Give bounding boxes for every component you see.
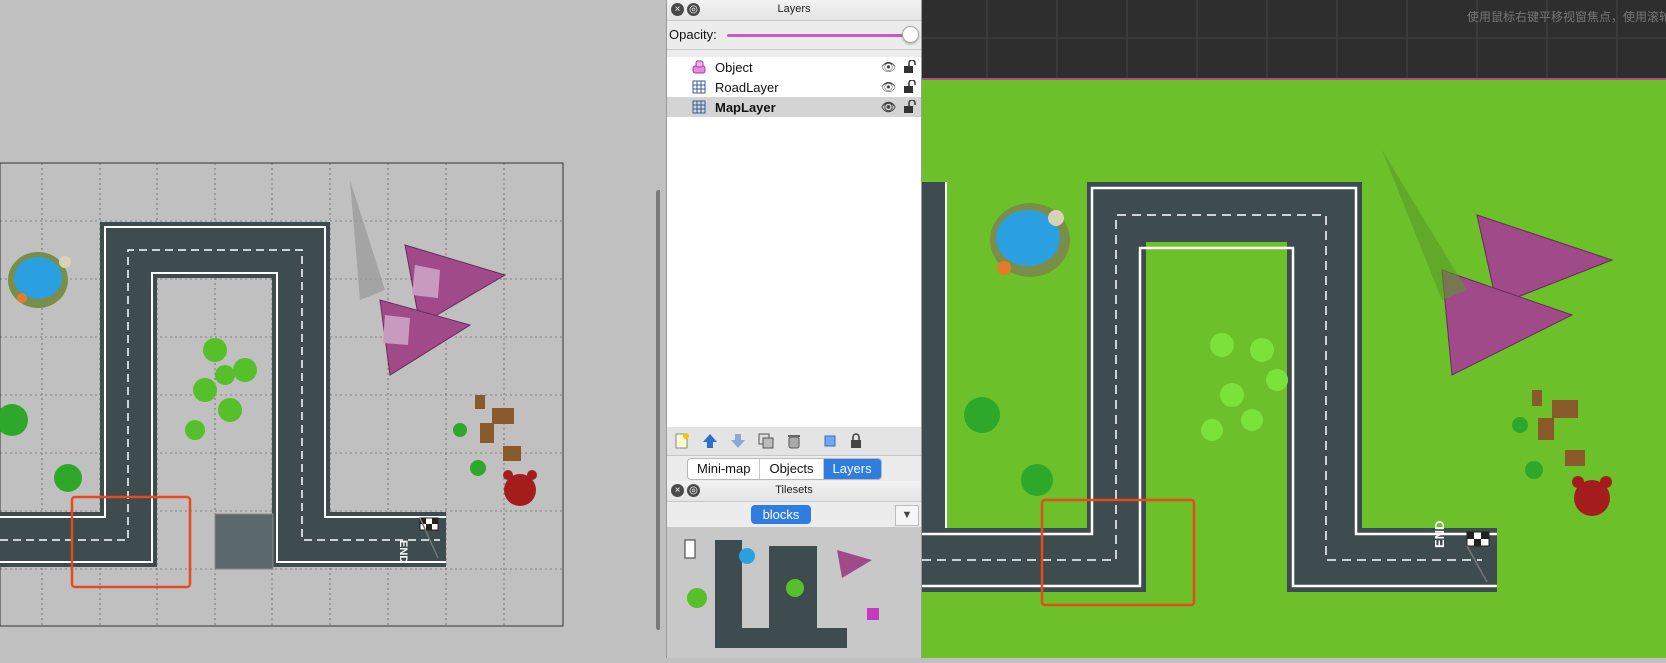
object-layer-icon <box>692 60 706 74</box>
layer-name: MapLayer <box>715 100 776 115</box>
pond-icon <box>990 203 1070 277</box>
new-layer-icon[interactable] <box>673 432 691 450</box>
tileset-tent <box>837 550 872 578</box>
tab-objects[interactable]: Objects <box>760 459 824 479</box>
unlock-icon[interactable] <box>903 60 917 74</box>
layer-row-maplayer[interactable]: MapLayer 👁 <box>667 97 921 117</box>
layers-title: Layers <box>777 3 811 15</box>
layer-name: Object <box>715 60 753 75</box>
tileset-tabbar: blocks ▼ <box>667 503 921 528</box>
opacity-label: Opacity: <box>669 27 717 42</box>
bear-icon <box>503 470 537 506</box>
visibility-eye-icon[interactable]: 👁 <box>881 100 896 114</box>
tileset-view[interactable] <box>667 528 921 658</box>
opacity-slider[interactable] <box>727 34 911 37</box>
highlighted-tile <box>214 513 274 570</box>
unlock-icon[interactable] <box>903 100 917 114</box>
editor-scrollbar[interactable] <box>656 190 660 630</box>
map-editor-svg[interactable]: END <box>0 0 660 658</box>
layer-name: RoadLayer <box>715 80 779 95</box>
tileset-trees <box>786 579 804 597</box>
delete-layer-icon[interactable] <box>785 432 803 450</box>
layer-row-roadlayer[interactable]: RoadLayer 👁 <box>667 77 921 97</box>
tileset-pond <box>739 548 755 564</box>
tilesets-title: Tilesets <box>775 484 813 496</box>
move-layer-down-icon[interactable] <box>729 432 747 450</box>
lock-icon[interactable] <box>847 432 865 450</box>
layer-toolbar <box>667 427 921 456</box>
tab-layers[interactable]: Layers <box>823 459 881 479</box>
tileset-tab-blocks[interactable]: blocks <box>751 505 811 524</box>
tilesets-titlebar: × ◎ Tilesets <box>667 481 921 502</box>
layers-titlebar: × ◎ Layers <box>667 0 921 21</box>
duplicate-layer-icon[interactable] <box>757 432 775 450</box>
layer-list: Object 👁 RoadLayer 👁 MapLayer 👁 <box>667 57 921 428</box>
bottom-tab-bar: Mini-map Objects Layers <box>687 458 882 480</box>
end-label: END <box>1432 521 1447 548</box>
opacity-slider-thumb[interactable] <box>902 26 919 43</box>
end-label: END <box>397 540 409 563</box>
chevron-down-icon[interactable]: ▼ <box>895 505 919 526</box>
visibility-eye-icon[interactable]: 👁 <box>881 60 896 74</box>
tileset-preview-svg[interactable] <box>667 528 921 658</box>
map-editor-canvas[interactable]: END <box>0 0 660 658</box>
tab-mini-map[interactable]: Mini-map <box>688 459 761 479</box>
tile-layer-icon <box>692 100 706 114</box>
game-preview-svg[interactable]: END <box>922 0 1666 658</box>
preview-hint-text: 使用鼠标右键平移视窗焦点，使用滚轮 <box>1467 10 1666 24</box>
unlock-icon[interactable] <box>903 80 917 94</box>
move-layer-up-icon[interactable] <box>701 432 719 450</box>
visibility-eye-icon[interactable]: 👁 <box>881 80 896 94</box>
layer-row-object[interactable]: Object 👁 <box>667 57 921 77</box>
opacity-row: Opacity: <box>667 21 921 50</box>
highlight-layer-icon[interactable] <box>821 432 839 450</box>
side-panel: × ◎ Layers Opacity: Object 👁 RoadLayer 👁… <box>666 0 922 658</box>
tile-layer-icon <box>692 80 706 94</box>
game-preview[interactable]: END 使用鼠标右键平移视窗焦点，使用滚轮 <box>922 0 1666 658</box>
